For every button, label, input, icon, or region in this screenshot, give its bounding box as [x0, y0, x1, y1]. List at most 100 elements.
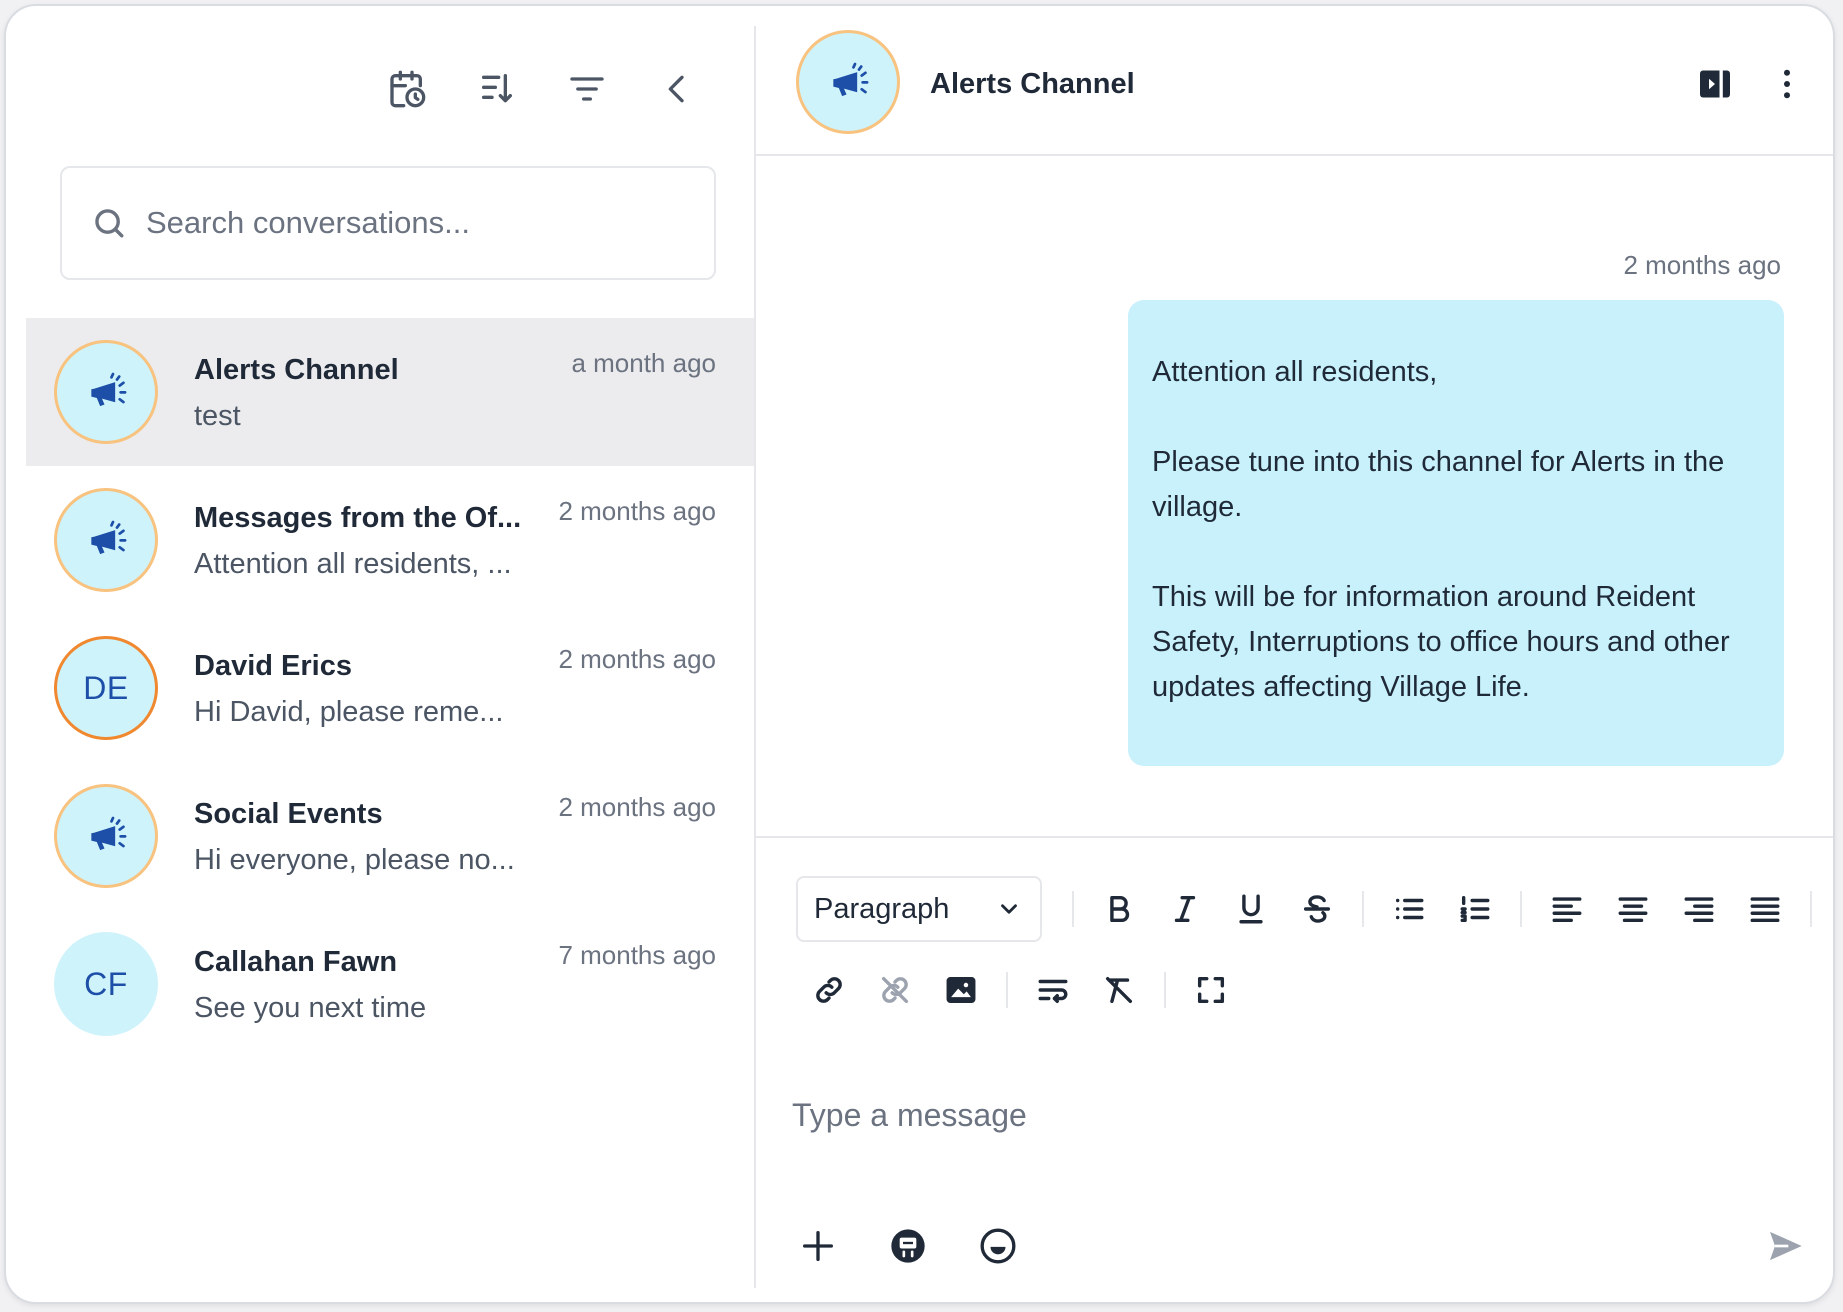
megaphone-icon	[91, 816, 127, 851]
avatar	[54, 488, 158, 592]
schedule-button[interactable]	[382, 64, 432, 114]
emoji-icon	[980, 1228, 1016, 1264]
collapse-sidebar-button[interactable]	[652, 64, 702, 114]
search-icon	[95, 209, 124, 238]
align-right-button[interactable]	[1666, 881, 1732, 937]
unlink-icon	[881, 976, 909, 1004]
avatar-initials: CF	[84, 965, 128, 1002]
chevron-down-icon	[1001, 904, 1017, 914]
calendar-clock-icon	[390, 70, 426, 108]
avatar-initials: DE	[83, 669, 129, 706]
conversation-name: Social Events	[194, 798, 383, 830]
insert-image-button[interactable]	[928, 962, 994, 1018]
bold-button[interactable]	[1086, 881, 1152, 937]
conversation-name: Alerts Channel	[194, 354, 399, 386]
link-button[interactable]	[796, 962, 862, 1018]
megaphone-icon	[91, 372, 127, 407]
toolbar-separator	[1520, 891, 1522, 927]
numbered-list-button[interactable]	[1442, 881, 1508, 937]
align-justify-icon	[1750, 897, 1780, 923]
conversation-preview: Attention all residents, ...	[194, 548, 512, 580]
conversation-item[interactable]: Social Events Hi everyone, please no... 2 …	[26, 762, 754, 910]
conversation-item[interactable]: Alerts Channel test a month ago	[26, 318, 754, 466]
strikethrough-button[interactable]	[1284, 881, 1350, 937]
align-right-icon	[1684, 897, 1714, 923]
unlink-button[interactable]	[862, 962, 928, 1018]
link-icon	[816, 977, 842, 1003]
sort-icon	[482, 74, 512, 103]
align-center-button[interactable]	[1600, 881, 1666, 937]
filter-button[interactable]	[562, 64, 612, 114]
toolbar-separator	[1072, 891, 1074, 927]
fullscreen-icon	[1197, 976, 1225, 1004]
avatar	[54, 340, 158, 444]
image-icon	[946, 976, 976, 1004]
align-left-icon	[1552, 897, 1582, 923]
conversation-preview: Hi everyone, please no...	[194, 844, 515, 876]
search-input[interactable]	[146, 205, 686, 241]
align-justify-button[interactable]	[1732, 881, 1798, 937]
sort-button[interactable]	[472, 64, 522, 114]
bold-icon	[1110, 895, 1130, 923]
text-wrap-button[interactable]	[1020, 962, 1086, 1018]
clear-format-button[interactable]	[1086, 962, 1152, 1018]
message-paragraph: Please tune into this channel for Alerts…	[1152, 446, 1725, 523]
conversation-item[interactable]: CF Callahan Fawn See you next time 7 months…	[26, 910, 754, 1058]
megaphone-icon	[91, 520, 127, 555]
plus-icon	[803, 1231, 833, 1261]
conversation-name: Callahan Fawn	[194, 946, 398, 978]
toggle-panel-button[interactable]	[1693, 62, 1737, 106]
conversation-title: Alerts Channel	[930, 68, 1135, 100]
text-wrap-icon	[1038, 979, 1068, 1004]
format-toolbar-row-2	[796, 962, 1244, 1018]
conversation-item[interactable]: Messages from the Of... Attention all res…	[26, 466, 754, 614]
numbered-list-icon	[1460, 895, 1490, 923]
message-input[interactable]	[792, 1090, 1692, 1140]
bullet-list-button[interactable]	[1376, 881, 1442, 937]
toolbar-separator	[1164, 972, 1166, 1008]
conversation-time: 7 months ago	[558, 940, 716, 970]
header-avatar	[796, 30, 900, 134]
align-left-button[interactable]	[1534, 881, 1600, 937]
conversation-time: 2 months ago	[558, 496, 716, 526]
message-timestamp: 2 months ago	[1623, 250, 1781, 280]
canned-response-icon	[891, 1229, 925, 1263]
fullscreen-button[interactable]	[1178, 962, 1244, 1018]
italic-icon	[1174, 895, 1196, 923]
conversation-preview: Hi David, please reme...	[194, 696, 504, 728]
avatar: DE	[54, 636, 158, 740]
conversation-item[interactable]: DE David Erics Hi David, please reme... 2 m…	[26, 614, 754, 762]
conversation-sidebar: Alerts Channel test a month ago Messages fr…	[6, 6, 754, 1302]
emoji-button[interactable]	[974, 1222, 1022, 1270]
more-options-button[interactable]	[1765, 62, 1809, 106]
clear-format-icon	[1105, 976, 1133, 1004]
bullet-list-icon	[1395, 898, 1424, 920]
more-vertical-icon	[1784, 69, 1790, 99]
italic-button[interactable]	[1152, 881, 1218, 937]
toolbar-separator	[1006, 972, 1008, 1008]
toggle-panel-icon	[1700, 70, 1730, 98]
format-toolbar-row-1: Paragraph	[796, 876, 1824, 942]
attach-button[interactable]	[794, 1222, 842, 1270]
block-format-select[interactable]: Paragraph	[796, 876, 1042, 942]
block-format-value: Paragraph	[814, 892, 950, 925]
composer-divider	[756, 836, 1833, 838]
underline-icon	[1239, 894, 1263, 924]
avatar: CF	[54, 932, 158, 1036]
align-center-icon	[1618, 897, 1648, 923]
sidebar-toolbar	[382, 64, 702, 112]
conversation-preview: See you next time	[194, 992, 427, 1024]
send-icon	[1770, 1231, 1802, 1261]
filter-icon	[570, 77, 604, 101]
strikethrough-icon	[1303, 895, 1331, 923]
conversation-list: Alerts Channel test a month ago Messages fr…	[26, 318, 754, 1058]
canned-response-button[interactable]	[884, 1222, 932, 1270]
send-button[interactable]	[1761, 1222, 1809, 1270]
message-paragraph: Attention all residents,	[1152, 356, 1438, 388]
app-window: Alerts Channel test a month ago Messages fr…	[4, 4, 1835, 1304]
search-box	[60, 166, 716, 280]
conversation-name: Messages from the Of...	[194, 502, 522, 534]
conversation-header: Alerts Channel	[756, 6, 1833, 156]
underline-button[interactable]	[1218, 881, 1284, 937]
conversation-preview: test	[194, 400, 241, 432]
